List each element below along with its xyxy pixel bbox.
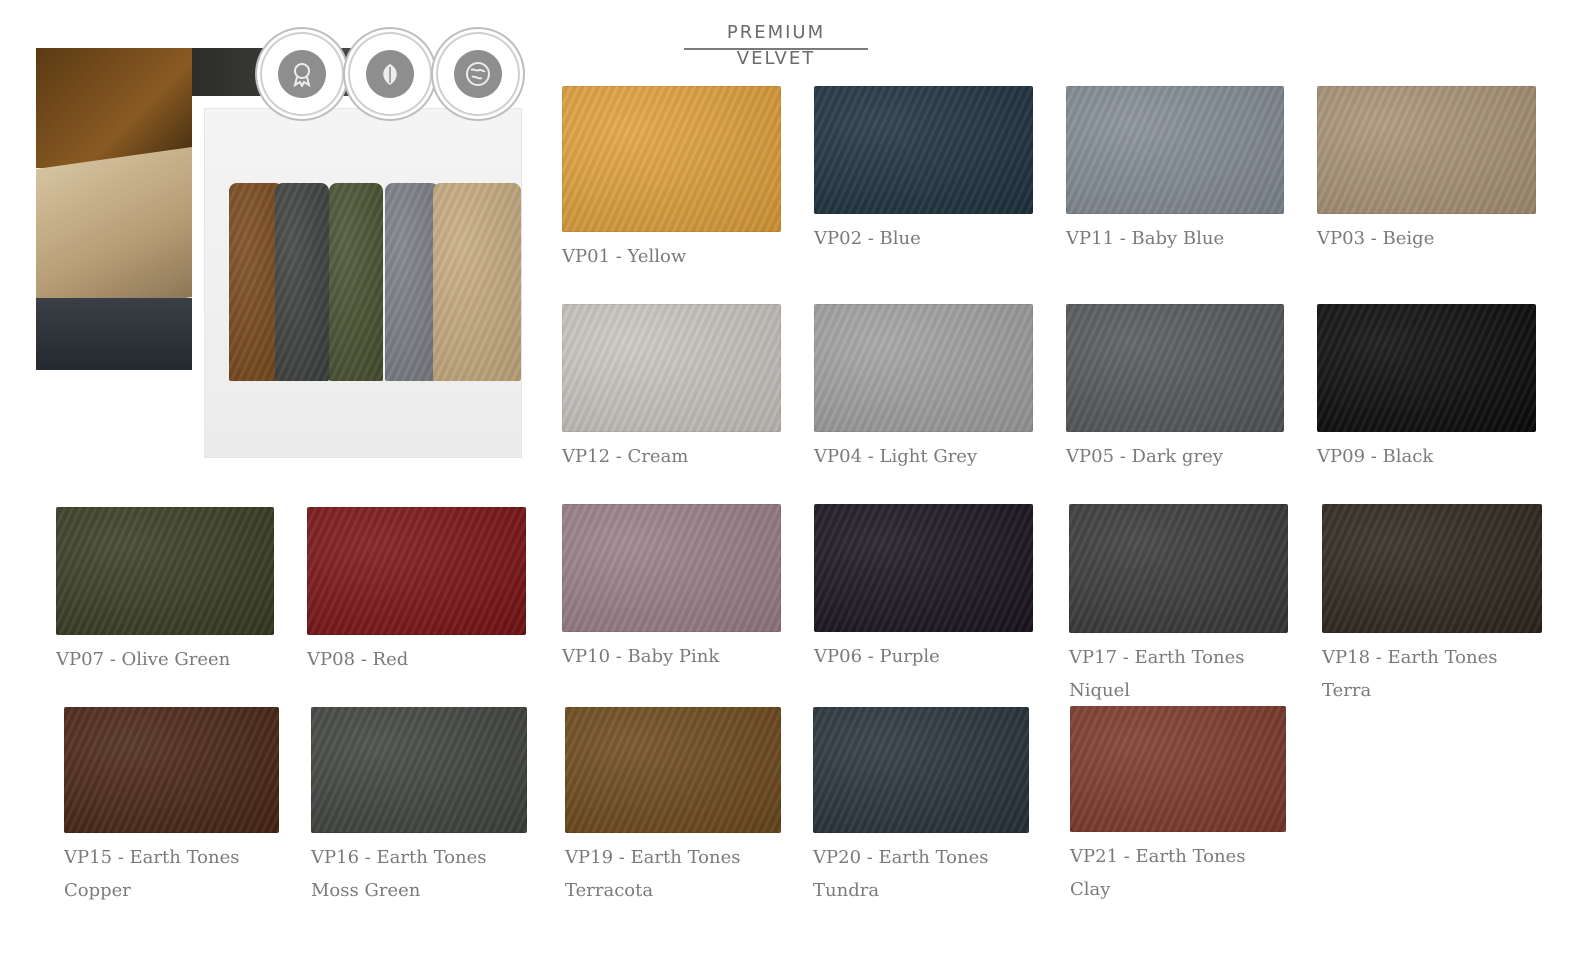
color-swatch[interactable]: VP17 - Earth Tones Niquel	[1069, 504, 1288, 707]
swatch-color-chip[interactable]	[1070, 706, 1286, 832]
color-swatch[interactable]: VP16 - Earth Tones Moss Green	[311, 707, 527, 907]
color-swatch[interactable]: VP15 - Earth Tones Copper	[64, 707, 279, 907]
swatch-label: VP20 - Earth Tones Tundra	[813, 847, 989, 901]
swatch-label: VP02 - Blue	[814, 228, 921, 249]
color-swatch[interactable]: VP10 - Baby Pink	[562, 504, 781, 673]
color-swatch[interactable]: VP19 - Earth Tones Terracota	[565, 707, 781, 907]
swatch-label: VP18 - Earth Tones Terra	[1322, 647, 1498, 701]
color-swatch[interactable]: VP08 - Red	[307, 507, 526, 676]
swatch-label: VP15 - Earth Tones Copper	[64, 847, 240, 901]
swatch-label: VP19 - Earth Tones Terracota	[565, 847, 741, 901]
product-collage	[36, 30, 536, 460]
vegan-leaf-badge-icon	[348, 32, 432, 116]
swatch-color-chip[interactable]	[562, 304, 781, 432]
swatch-label: VP21 - Earth Tones Clay	[1070, 846, 1246, 900]
color-swatch[interactable]: VP05 - Dark grey	[1066, 304, 1284, 473]
color-swatch[interactable]: VP02 - Blue	[814, 86, 1033, 255]
swatch-color-chip[interactable]	[814, 504, 1033, 632]
swatch-color-chip[interactable]	[307, 507, 526, 635]
color-swatch[interactable]: VP01 - Yellow	[562, 86, 781, 273]
section-title: PREMIUM VELVET	[684, 20, 868, 69]
roll-moss	[275, 183, 329, 381]
swatch-label: VP03 - Beige	[1317, 228, 1435, 249]
swatch-color-chip[interactable]	[1317, 304, 1536, 432]
color-swatch[interactable]: VP04 - Light Grey	[814, 304, 1033, 473]
swatch-color-chip[interactable]	[562, 86, 781, 232]
swatch-color-chip[interactable]	[1322, 504, 1542, 633]
swatch-label: VP01 - Yellow	[562, 246, 687, 267]
color-swatch[interactable]: VP18 - Earth Tones Terra	[1322, 504, 1542, 707]
color-swatch[interactable]: VP20 - Earth Tones Tundra	[813, 707, 1029, 907]
swatch-label: VP07 - Olive Green	[56, 649, 231, 670]
swatch-color-chip[interactable]	[814, 86, 1033, 214]
swatch-color-chip[interactable]	[562, 504, 781, 632]
swatch-label: VP11 - Baby Blue	[1066, 228, 1225, 249]
velvet-samples-photo	[204, 108, 522, 458]
roll-grey	[385, 183, 439, 381]
swatch-label: VP09 - Black	[1317, 446, 1434, 467]
swatch-label: VP04 - Light Grey	[814, 446, 978, 467]
swatch-label: VP05 - Dark grey	[1066, 446, 1223, 467]
roll-olive	[329, 183, 383, 381]
color-swatch[interactable]: VP21 - Earth Tones Clay	[1070, 706, 1286, 906]
swatch-color-chip[interactable]	[311, 707, 527, 833]
swatch-color-chip[interactable]	[814, 304, 1033, 432]
swatch-color-chip[interactable]	[1066, 304, 1284, 432]
swatch-label: VP16 - Earth Tones Moss Green	[311, 847, 487, 901]
premium-coating-badge-icon	[260, 32, 344, 116]
color-swatch[interactable]: VP07 - Olive Green	[56, 507, 274, 676]
swatch-label: VP08 - Red	[307, 649, 409, 670]
color-swatch[interactable]: VP12 - Cream	[562, 304, 781, 473]
swatch-color-chip[interactable]	[813, 707, 1029, 833]
swatch-label: VP12 - Cream	[562, 446, 689, 467]
swatch-color-chip[interactable]	[565, 707, 781, 833]
fabric-rolls-photo	[36, 48, 192, 370]
color-swatch[interactable]: VP11 - Baby Blue	[1066, 86, 1284, 255]
swatch-label: VP06 - Purple	[814, 646, 940, 667]
swatch-color-chip[interactable]	[64, 707, 279, 833]
color-swatch[interactable]: VP06 - Purple	[814, 504, 1033, 673]
swatch-color-chip[interactable]	[1069, 504, 1288, 633]
roll-beige	[433, 183, 521, 381]
swatch-color-chip[interactable]	[56, 507, 274, 635]
color-swatch[interactable]: VP03 - Beige	[1317, 86, 1536, 255]
swatch-label: VP10 - Baby Pink	[562, 646, 720, 667]
swatch-color-chip[interactable]	[1066, 86, 1284, 214]
swatch-color-chip[interactable]	[1317, 86, 1536, 214]
swatch-label: VP17 - Earth Tones Niquel	[1069, 647, 1245, 701]
color-swatch[interactable]: VP09 - Black	[1317, 304, 1536, 473]
eco-friendly-globe-badge-icon	[436, 32, 520, 116]
